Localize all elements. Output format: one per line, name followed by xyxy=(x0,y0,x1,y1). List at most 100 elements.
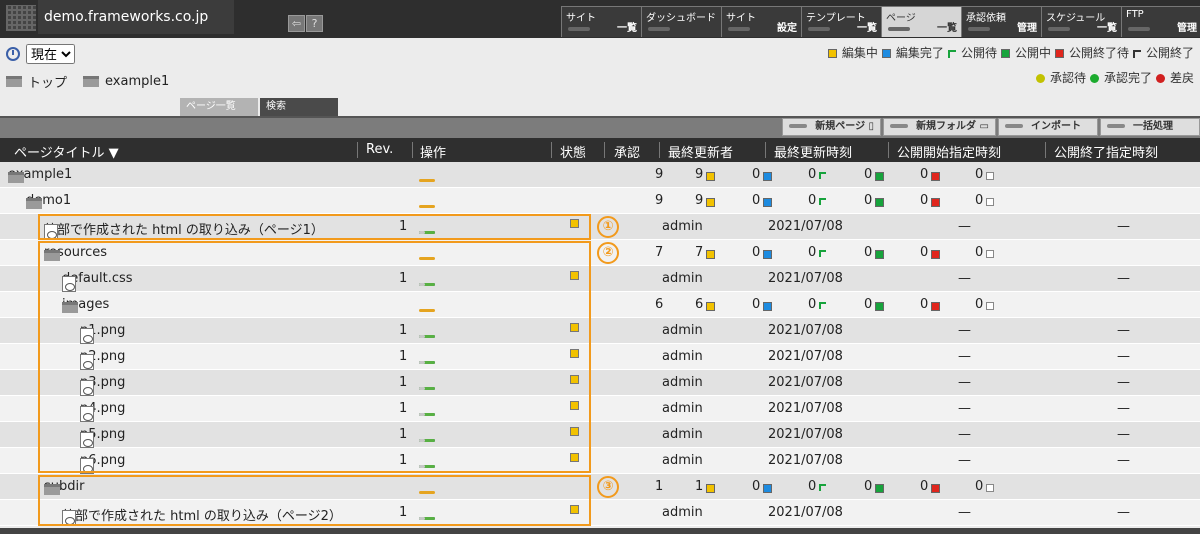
table-row[interactable]: p1.png 1 admin 2021/07/08 — — xyxy=(0,318,1200,344)
updater: admin xyxy=(662,453,703,468)
table-row[interactable]: p3.png 1 admin 2021/07/08 — — xyxy=(0,370,1200,396)
folder-name[interactable]: images xyxy=(62,297,109,313)
nav-tab-sublabel: 管理 xyxy=(1017,23,1037,34)
col-title[interactable]: ページタイトル ▼ xyxy=(14,142,119,161)
col-pub-end: 公開終了指定時刻 xyxy=(1054,146,1159,161)
folder-name[interactable]: example1 xyxy=(8,167,72,183)
table-row[interactable]: example1 9 9 0 0 0 0 0 xyxy=(0,162,1200,188)
page-name[interactable]: default.css xyxy=(62,271,133,292)
delete-icon[interactable] xyxy=(419,335,425,338)
status-count: 6 xyxy=(655,297,663,312)
date-select[interactable]: 現在 xyxy=(26,44,75,64)
page-name[interactable]: 外部で作成された html の取り込み（ページ2） xyxy=(62,505,342,526)
status-icon xyxy=(763,172,773,181)
delete-icon[interactable] xyxy=(419,413,425,416)
legend-published: 公開中 xyxy=(1000,44,1051,61)
table-row[interactable]: default.css 1 admin 2021/07/08 — — xyxy=(0,266,1200,292)
nav-tab-3[interactable]: テンプレート 一覧 xyxy=(801,6,881,37)
button-bar-icon xyxy=(890,124,909,128)
nav-tab-0[interactable]: サイト 一覧 xyxy=(561,6,641,37)
page-icon xyxy=(80,380,94,396)
table-row[interactable]: p6.png 1 admin 2021/07/08 — — xyxy=(0,448,1200,474)
tab-search[interactable]: 検索 xyxy=(260,98,338,116)
status-icon xyxy=(819,172,827,179)
page-name[interactable]: p2.png xyxy=(80,349,125,370)
breadcrumb-current: example1 xyxy=(105,74,170,89)
folder-name[interactable]: resources xyxy=(44,245,107,261)
status-icon xyxy=(931,198,941,207)
nav-tab-sublabel: 設定 xyxy=(777,23,797,34)
folder-name[interactable]: subdir xyxy=(44,479,84,495)
editing-status-icon xyxy=(570,505,579,514)
table-row[interactable]: p2.png 1 admin 2021/07/08 — — xyxy=(0,344,1200,370)
col-approval: 承認 xyxy=(614,146,641,161)
status-count: 0 xyxy=(752,193,773,208)
nav-tab-1[interactable]: ダッシュボード xyxy=(641,6,721,37)
delete-icon[interactable] xyxy=(419,439,425,442)
table-row[interactable]: p5.png 1 admin 2021/07/08 — — xyxy=(0,422,1200,448)
edit-icon[interactable] xyxy=(419,205,435,208)
count-value: 0 xyxy=(752,297,761,312)
table-row[interactable]: 外部で作成された html の取り込み（ページ2） 1 admin 2021/07/0… xyxy=(0,500,1200,526)
bulk-process-button[interactable]: 一括処理 xyxy=(1100,118,1200,136)
page-name[interactable]: p3.png xyxy=(80,375,125,396)
nav-tab-label: サイト xyxy=(566,13,596,24)
rev-value: 1 xyxy=(399,349,408,364)
nav-tab-7[interactable]: FTP 管理 xyxy=(1121,6,1200,37)
page-name[interactable]: p4.png xyxy=(80,401,125,422)
back-icon[interactable]: ⇦ xyxy=(288,15,305,32)
pub-start: — xyxy=(958,349,971,364)
table-row[interactable]: images 6 6 0 0 0 0 0 xyxy=(0,292,1200,318)
page-name[interactable]: p6.png xyxy=(80,453,125,474)
nav-tab-label: 承認依頼 xyxy=(966,13,1006,24)
nav-tab-label: ページ xyxy=(886,13,916,24)
nav-bar-icon xyxy=(1128,27,1150,31)
tab-page-list[interactable]: ページ一覧 xyxy=(180,98,258,116)
pub-start: — xyxy=(958,271,971,286)
rev-value: 1 xyxy=(399,427,408,442)
nav-tab-6[interactable]: スケジュール 一覧 xyxy=(1041,6,1121,37)
folder-name[interactable]: demo1 xyxy=(26,193,71,209)
table-body: example1 9 9 0 0 0 0 0 demo1 9 9 0 0 0 0 0 外部で作成された html… xyxy=(0,162,1200,526)
nav-tab-2[interactable]: サイト設定 xyxy=(721,6,801,37)
delete-icon[interactable] xyxy=(419,231,425,234)
delete-icon[interactable] xyxy=(419,361,425,364)
pub-end: — xyxy=(1117,271,1130,286)
delete-icon[interactable] xyxy=(419,387,425,390)
new-page-button[interactable]: 新規ページ ▯ xyxy=(782,118,882,136)
edit-icon[interactable] xyxy=(419,257,435,260)
status-icon xyxy=(931,172,941,181)
nav-tab-5[interactable]: 承認依頼 管理 xyxy=(961,6,1041,37)
status-count: 0 xyxy=(864,297,885,312)
edit-icon[interactable] xyxy=(419,491,435,494)
count-value: 6 xyxy=(655,297,664,312)
count-value: 6 xyxy=(695,297,704,312)
delete-icon[interactable] xyxy=(419,517,425,520)
new-folder-button[interactable]: 新規フォルダ ▭ xyxy=(883,118,996,136)
edit-icon[interactable] xyxy=(419,179,435,182)
status-count: 0 xyxy=(864,245,885,260)
nav-tab-4[interactable]: ページ 一覧 xyxy=(881,6,961,37)
count-value: 0 xyxy=(975,245,984,260)
import-button[interactable]: インポート xyxy=(998,118,1098,136)
table-row[interactable]: demo1 9 9 0 0 0 0 0 xyxy=(0,188,1200,214)
delete-icon[interactable] xyxy=(419,465,425,468)
status-icon xyxy=(931,250,941,259)
app-grid-icon[interactable] xyxy=(6,5,36,31)
page-name[interactable]: p1.png xyxy=(80,323,125,344)
nav-tab-label: サイト xyxy=(726,13,756,24)
button-bar-icon xyxy=(1005,124,1023,128)
table-row[interactable]: p4.png 1 admin 2021/07/08 — — xyxy=(0,396,1200,422)
page-name[interactable]: p5.png xyxy=(80,427,125,448)
edit-icon[interactable] xyxy=(419,309,435,312)
status-count: 0 xyxy=(920,167,941,182)
rev-value: 1 xyxy=(399,219,408,234)
status-count: 7 xyxy=(695,245,716,260)
breadcrumb-top[interactable]: トップ xyxy=(28,72,67,91)
status-icon xyxy=(875,302,885,311)
delete-icon[interactable] xyxy=(419,283,425,286)
status-icon xyxy=(986,198,995,206)
page-name[interactable]: 外部で作成された html の取り込み（ページ1） xyxy=(44,219,324,240)
editing-status-icon xyxy=(570,349,579,358)
help-icon[interactable]: ? xyxy=(306,15,323,32)
